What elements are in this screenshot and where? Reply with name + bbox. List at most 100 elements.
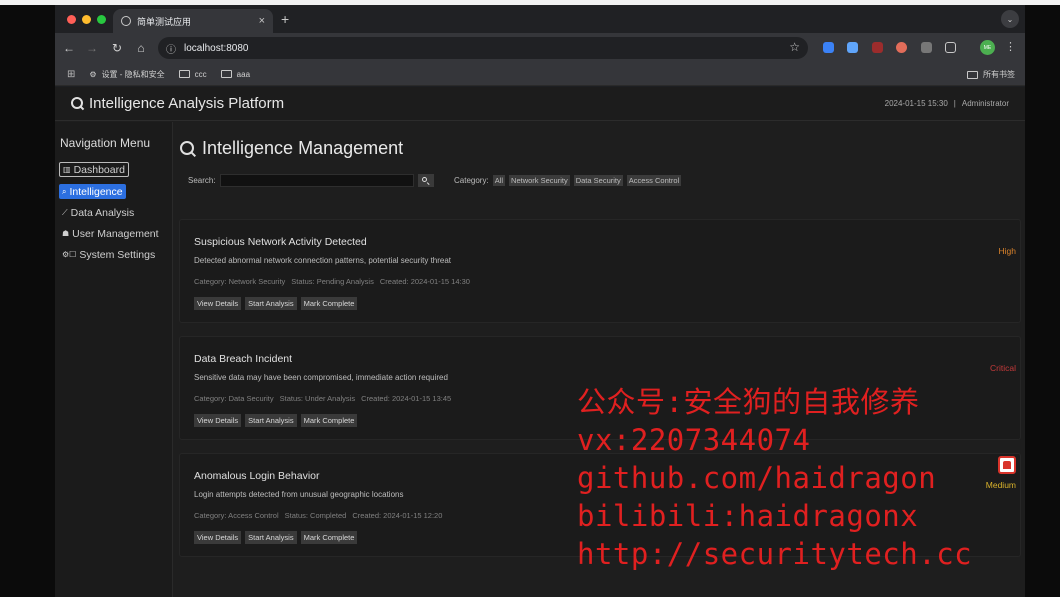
- search-label: Search:: [188, 176, 216, 185]
- tab-search-button[interactable]: ⌄: [1001, 10, 1019, 28]
- sidebar-item-label: Intelligence: [69, 185, 123, 198]
- start-analysis-button[interactable]: Start Analysis: [245, 297, 297, 310]
- search-icon: [71, 97, 84, 110]
- bookmark-item[interactable]: ccc: [178, 70, 207, 79]
- card-meta: Category: Network Security Status: Pendi…: [194, 277, 470, 286]
- watermark-line: github.com/haidragon: [577, 461, 937, 495]
- search-input[interactable]: [219, 174, 414, 187]
- search-row: Search:: [188, 174, 434, 187]
- header-datetime: 2024-01-15 15:30: [884, 99, 948, 108]
- card-status: Status: Under Analysis: [279, 394, 356, 403]
- page-title-text: Intelligence Management: [202, 138, 404, 158]
- sidebar-item-data-analysis[interactable]: ⟋ Data Analysis: [59, 205, 137, 220]
- card-category: Category: Data Security: [194, 394, 274, 403]
- bookmark-star-icon[interactable]: ☆: [789, 40, 800, 54]
- tab-title: 简单测试应用: [137, 16, 192, 27]
- folder-icon: [220, 70, 232, 78]
- sidebar-item-system-settings[interactable]: ⚙☐ System Settings: [59, 247, 158, 262]
- site-info-icon[interactable]: ⓘ: [166, 41, 176, 56]
- watermark-line: bilibili:haidragonx: [577, 499, 919, 533]
- watermark-line: http://securitytech.cc: [577, 537, 973, 571]
- extension-icon[interactable]: [896, 42, 907, 53]
- page-title: Intelligence Management: [180, 138, 403, 159]
- extension-icon[interactable]: [847, 42, 858, 53]
- sidebar-item-dashboard[interactable]: ▥ Dashboard: [59, 162, 129, 177]
- watermark-line: 公众号:安全狗的自我修养: [577, 385, 920, 419]
- card-title: Anomalous Login Behavior: [194, 470, 320, 482]
- extension-icon[interactable]: [823, 42, 834, 53]
- card-meta: Category: Access Control Status: Complet…: [194, 511, 442, 520]
- bookmark-item[interactable]: ⚙ 设置 - 隐私和安全: [89, 69, 164, 80]
- folder-icon: [967, 70, 978, 79]
- view-details-button[interactable]: View Details: [194, 297, 242, 310]
- app-title: Intelligence Analysis Platform: [71, 95, 284, 112]
- category-chip-data-security[interactable]: Data Security: [573, 175, 623, 186]
- profile-avatar[interactable]: ME: [980, 40, 995, 55]
- card-created: Created: 2024-01-15 12:20: [352, 511, 443, 520]
- sidebar-item-intelligence[interactable]: ⌕ Intelligence: [59, 184, 126, 199]
- puzzle-icon[interactable]: [945, 42, 956, 53]
- url-text: localhost:8080: [184, 42, 249, 54]
- users-icon: ☗: [62, 229, 70, 238]
- search-button[interactable]: [417, 174, 434, 187]
- browser-toolbar: ← → ↻ ⌂ ⓘ localhost:8080 ☆ ME ⋮: [55, 33, 1025, 63]
- browser-menu-icon[interactable]: ⋮: [1005, 40, 1016, 53]
- priority-badge: Medium: [985, 480, 1016, 490]
- header-info: 2024-01-15 15:30 | Administrator: [885, 99, 1009, 108]
- category-chip-network-security[interactable]: Network Security: [509, 175, 570, 186]
- back-button[interactable]: ←: [61, 40, 77, 56]
- sidebar-item-label: System Settings: [79, 248, 156, 261]
- bookmarks-bar: ⊞ ⚙ 设置 - 隐私和安全 ccc aaa 所有书签: [55, 63, 1025, 86]
- reload-button[interactable]: ↻: [109, 40, 125, 56]
- sidebar-item-label: User Management: [72, 227, 159, 240]
- window-controls: [67, 15, 106, 24]
- header-separator: |: [953, 99, 956, 108]
- card-category: Category: Network Security: [194, 277, 286, 286]
- tab-bar: 简单测试应用 × + ⌄: [55, 5, 1025, 33]
- card-actions: View Details Start Analysis Mark Complet…: [194, 531, 358, 544]
- card-actions: View Details Start Analysis Mark Complet…: [194, 297, 358, 310]
- all-bookmarks-label: 所有书签: [983, 70, 1015, 79]
- all-bookmarks-button[interactable]: 所有书签: [967, 69, 1015, 80]
- home-button[interactable]: ⌂: [133, 40, 149, 56]
- extension-icon[interactable]: [921, 42, 932, 53]
- view-details-button[interactable]: View Details: [194, 414, 242, 427]
- start-analysis-button[interactable]: Start Analysis: [245, 414, 297, 427]
- card-status: Status: Pending Analysis: [291, 277, 374, 286]
- search-icon: [421, 176, 430, 185]
- header-user: Administrator: [961, 99, 1009, 108]
- bookmark-item[interactable]: aaa: [220, 70, 250, 79]
- sidebar-title: Navigation Menu: [60, 136, 151, 150]
- card-title: Data Breach Incident: [194, 353, 293, 365]
- mark-complete-button[interactable]: Mark Complete: [300, 531, 358, 544]
- alarm-icon: [998, 456, 1016, 474]
- extension-icon[interactable]: [872, 42, 883, 53]
- app-title-text: Intelligence Analysis Platform: [89, 95, 285, 112]
- bookmark-label: 设置 - 隐私和安全: [101, 69, 165, 79]
- category-label: Category:: [454, 176, 489, 185]
- category-chip-all[interactable]: All: [492, 175, 506, 186]
- forward-button[interactable]: →: [84, 40, 100, 56]
- close-window-button[interactable]: [67, 15, 76, 24]
- card-status: Status: Completed: [284, 511, 347, 520]
- new-tab-button[interactable]: +: [281, 11, 289, 27]
- sidebar-item-label: Data Analysis: [70, 206, 135, 219]
- close-tab-icon[interactable]: ×: [259, 15, 265, 27]
- browser-tab[interactable]: 简单测试应用 ×: [113, 9, 273, 33]
- start-analysis-button[interactable]: Start Analysis: [245, 531, 297, 544]
- mark-complete-button[interactable]: Mark Complete: [300, 414, 358, 427]
- category-chip-access-control[interactable]: Access Control: [626, 175, 682, 186]
- apps-grid-icon[interactable]: ⊞: [67, 69, 75, 80]
- minimize-window-button[interactable]: [82, 15, 91, 24]
- priority-badge: Critical: [990, 363, 1016, 373]
- mark-complete-button[interactable]: Mark Complete: [300, 297, 358, 310]
- sidebar-item-user-management[interactable]: ☗ User Management: [59, 226, 162, 241]
- watermark-overlay: 公众号:安全狗的自我修养 vx:2207344074 github.com/ha…: [577, 383, 972, 573]
- address-bar[interactable]: ⓘ localhost:8080 ☆: [158, 37, 808, 59]
- maximize-window-button[interactable]: [97, 15, 106, 24]
- card-description: Detected abnormal network connection pat…: [194, 256, 452, 265]
- globe-icon: [121, 16, 131, 26]
- card-description: Login attempts detected from unusual geo…: [194, 490, 404, 499]
- view-details-button[interactable]: View Details: [194, 531, 242, 544]
- sidebar: Navigation Menu ▥ Dashboard ⌕ Intelligen…: [55, 122, 173, 597]
